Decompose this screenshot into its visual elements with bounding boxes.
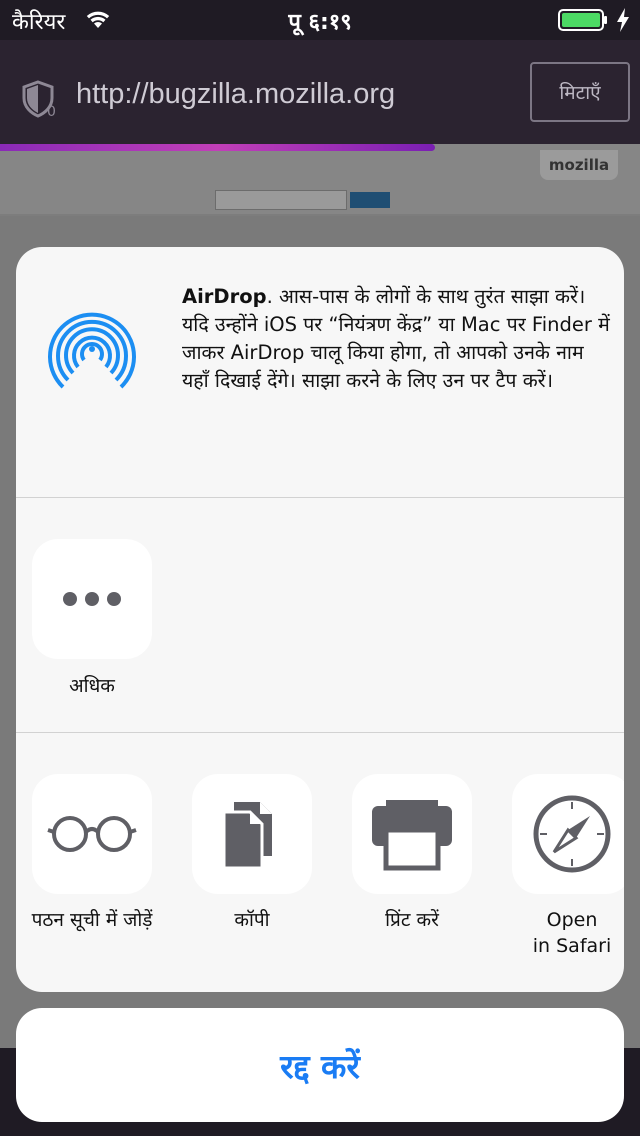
add-to-reading-list-button[interactable] bbox=[32, 774, 152, 894]
page-search-button bbox=[350, 192, 390, 208]
more-icon bbox=[63, 592, 121, 606]
copy-icon bbox=[222, 802, 272, 870]
divider bbox=[16, 732, 624, 733]
url-bar[interactable]: 0 http://bugzilla.mozilla.org मिटाएँ bbox=[0, 40, 640, 144]
share-sheet: AirDrop. आस-पास के लोगों के साथ तुरंत सा… bbox=[16, 247, 624, 992]
airdrop-title: AirDrop bbox=[182, 285, 267, 308]
tracking-protection-icon[interactable]: 0 bbox=[20, 78, 60, 118]
open-in-safari-label: Open in Safari bbox=[532, 909, 612, 957]
compass-icon bbox=[533, 795, 611, 873]
svg-text:0: 0 bbox=[47, 104, 56, 118]
more-apps-label: अधिक bbox=[69, 675, 115, 697]
load-progress-bar bbox=[0, 144, 435, 151]
open-in-safari-button[interactable] bbox=[512, 774, 624, 894]
url-text[interactable]: http://bugzilla.mozilla.org bbox=[76, 78, 395, 111]
battery-icon bbox=[558, 9, 607, 31]
airdrop-description: AirDrop. आस-पास के लोगों के साथ तुरंत सा… bbox=[182, 283, 612, 395]
add-to-reading-list-label: पठन सूची में जोड़ें bbox=[31, 909, 153, 931]
print-button[interactable] bbox=[352, 774, 472, 894]
divider bbox=[16, 497, 624, 498]
cancel-button[interactable]: रद्द करें bbox=[16, 1008, 624, 1122]
charging-icon bbox=[617, 8, 629, 32]
print-label: प्रिंट करें bbox=[385, 909, 439, 931]
clear-button[interactable]: मिटाएँ bbox=[530, 62, 630, 122]
mozilla-tab: mozilla bbox=[540, 150, 618, 180]
airdrop-icon bbox=[48, 312, 136, 399]
page-search-input bbox=[215, 190, 347, 210]
status-bar: कैरियर पू ६:१९ bbox=[0, 0, 640, 40]
clock: पू ६:१९ bbox=[288, 10, 352, 35]
more-apps-button[interactable] bbox=[32, 539, 152, 659]
glasses-icon bbox=[47, 816, 137, 852]
copy-button[interactable] bbox=[192, 774, 312, 894]
copy-label: कॉपी bbox=[234, 909, 270, 931]
printer-icon bbox=[372, 800, 452, 871]
